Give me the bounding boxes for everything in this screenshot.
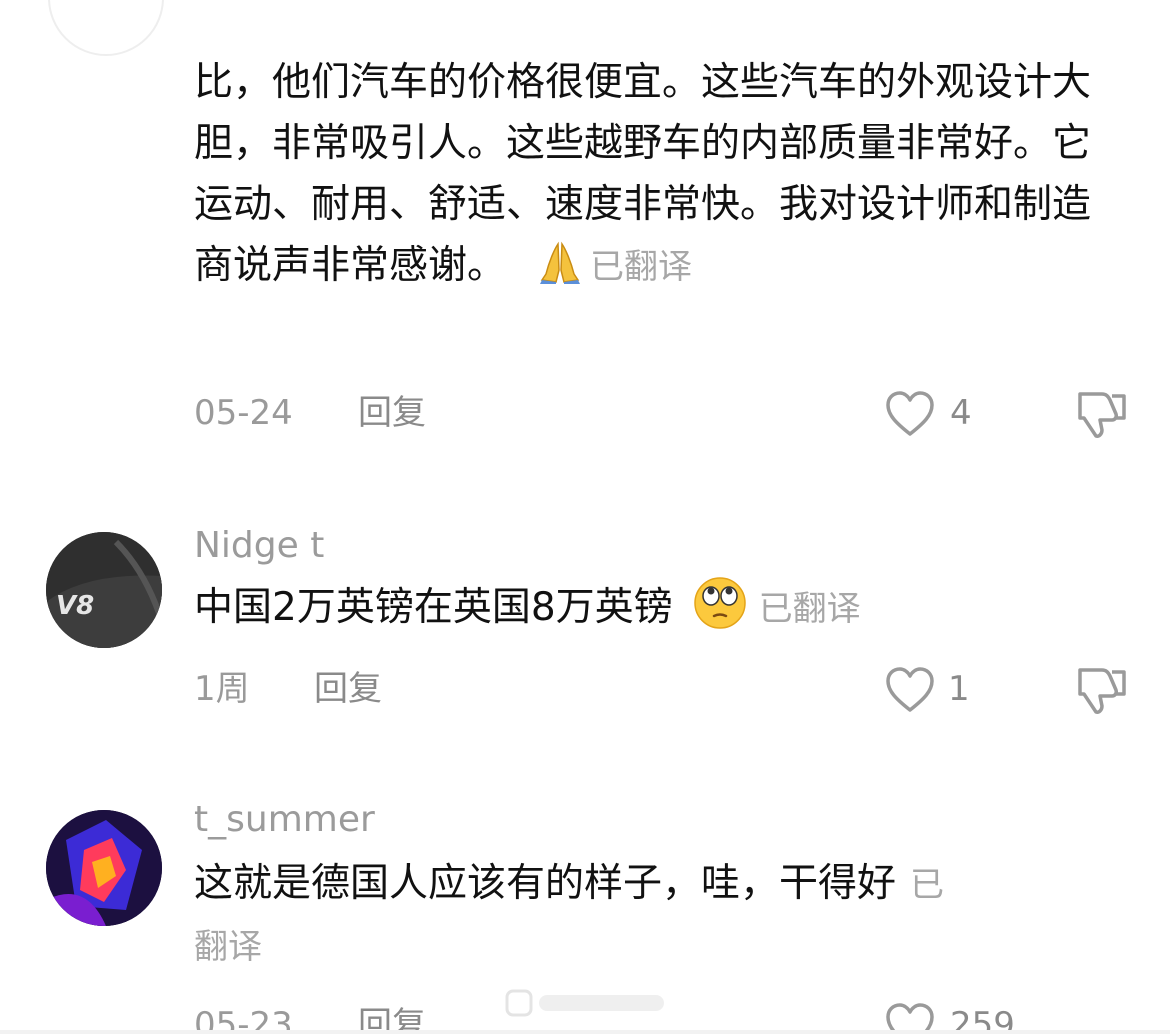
comment-actions: 1周 回复 1 [194,664,1134,714]
watermark-logo [505,989,664,1017]
like-count: 4 [950,393,972,433]
reply-button[interactable]: 回复 [314,664,382,714]
thumbs-down-outline-icon[interactable] [1072,388,1128,440]
folded-hands-emoji-icon [540,241,581,284]
avatar-previous-comment[interactable] [48,0,164,56]
avatar-v8-text: V8 [56,591,94,621]
username[interactable]: t_summer [194,798,375,842]
translated-label[interactable]: 翻译 [194,922,262,972]
translated-label[interactable]: 已 [910,865,944,905]
heart-outline-icon[interactable] [884,390,936,438]
like-count: 259 [950,1005,1015,1034]
like-count: 1 [948,669,970,709]
comment-actions: 05-24 回复 4 [194,388,1134,438]
avatar[interactable] [46,810,162,926]
translated-label[interactable]: 已翻译 [590,247,692,287]
rolling-eyes-emoji-icon [693,577,746,629]
comment-date: 1周 [194,669,250,709]
reply-button[interactable]: 回复 [358,1000,426,1034]
comment-text: 这就是德国人应该有的样子，哇，干得好已 [194,861,945,906]
header-cut-off: ·· · ·· [560,0,627,9]
avatar-image [46,810,162,926]
comment-text: 中国2万英镑在英国8万英镑 已翻译 [194,576,861,639]
thumbs-down-outline-icon[interactable] [1072,664,1128,716]
bottom-edge [0,1030,1170,1034]
avatar[interactable]: V8 [46,532,162,648]
username[interactable]: Nidge t [194,524,324,568]
comment-date: 05-23 [194,1005,293,1034]
translated-label[interactable]: 已翻译 [759,589,861,629]
comment-date: 05-24 [194,393,293,433]
avatar-image: V8 [46,532,162,648]
comments-screen: ·· · ·· 比，他们汽车的价格很便宜。这些汽车的外观设计大胆，非常吸引人。这… [0,0,1170,1034]
reply-button[interactable]: 回复 [358,388,426,438]
heart-outline-icon[interactable] [884,666,936,714]
comment-text: 比，他们汽车的价格很便宜。这些汽车的外观设计大胆，非常吸引人。这些越野车的内部质… [194,60,1092,288]
